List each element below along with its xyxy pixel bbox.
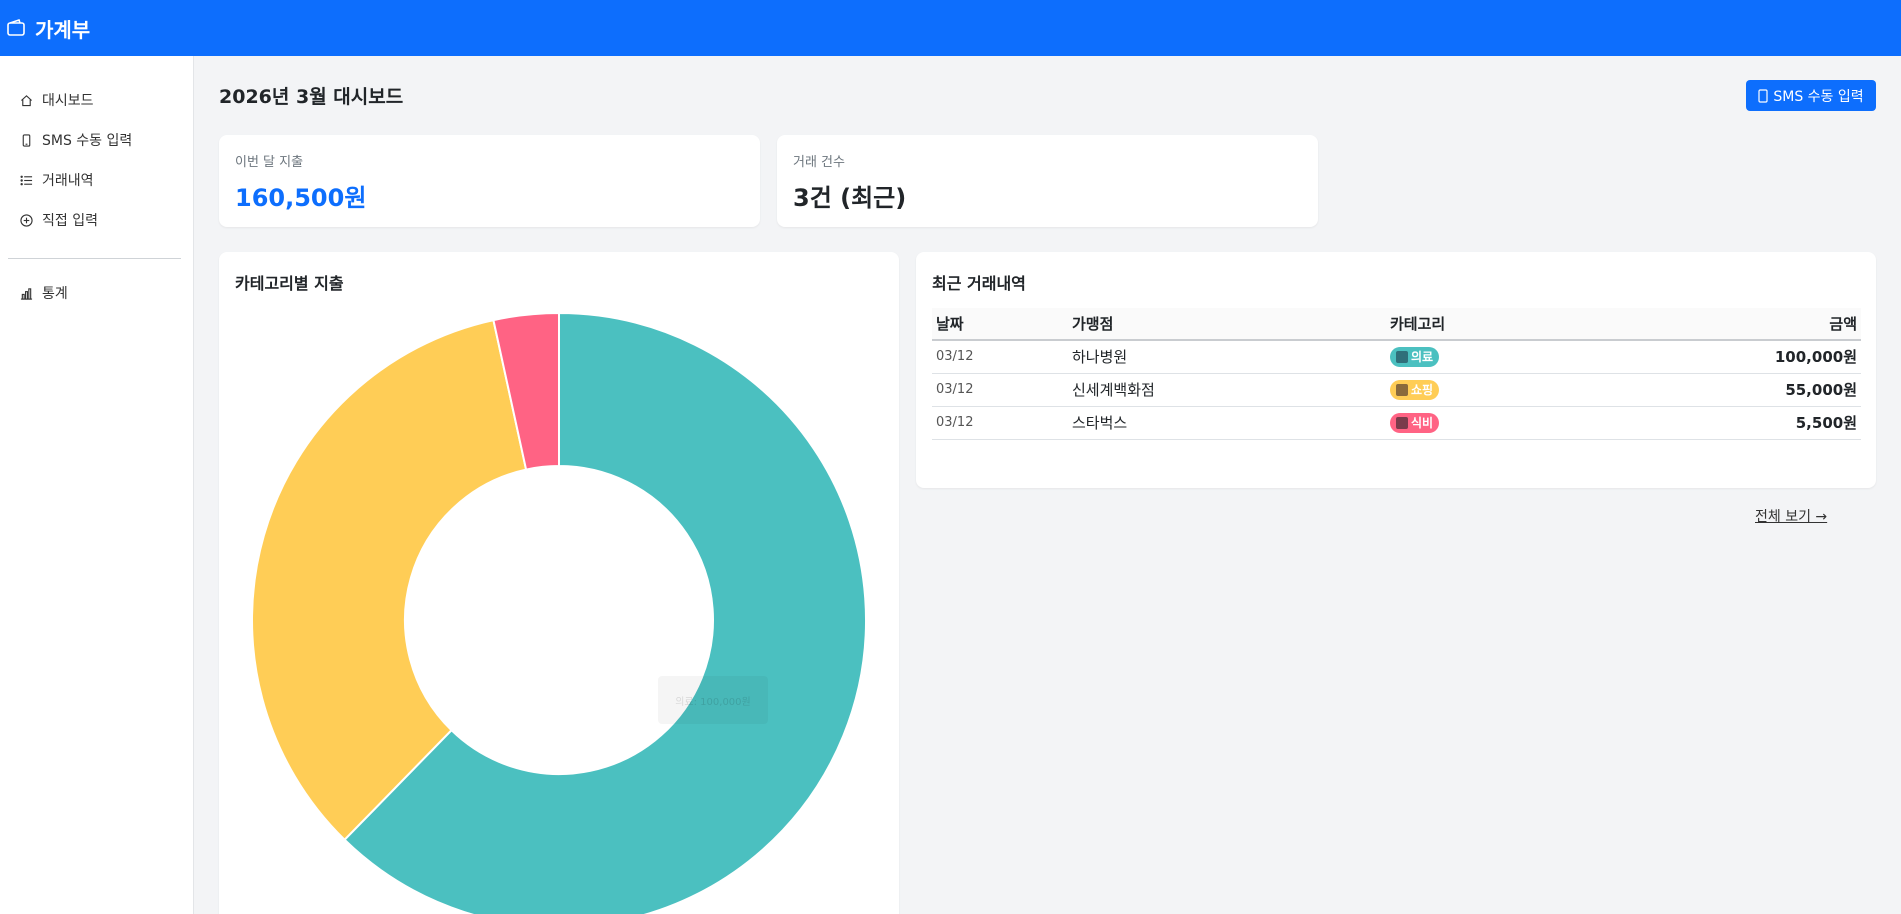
category-badge-label: 식비 [1411,416,1434,430]
page-title: 2026년 3월 대시보드 [219,86,404,108]
sidebar-item-label: 통계 [42,286,68,302]
sms-button-label: SMS 수동 입력 [1773,88,1864,105]
bar-chart-icon [20,287,33,300]
home-icon [21,94,32,106]
category-badge-label: 쇼핑 [1411,383,1434,397]
category-badge-label: 의료 [1411,350,1434,365]
tx-category-cell: 의료 [1386,340,1626,374]
month-spend-card: 이번 달 지출 160,500원 [219,135,760,227]
tx-amount: 100,000원 [1626,340,1861,374]
table-row[interactable]: 03/12 신세계백화점 쇼핑 55,000원 [932,373,1861,407]
phone-icon [1758,88,1768,103]
category-badge: 식비 [1390,412,1440,433]
sidebar-item-dashboard[interactable]: 대시보드 [0,80,193,120]
month-spend-label: 이번 달 지출 [235,155,304,170]
tx-date: 03/12 [932,406,1068,440]
sidebar: 대시보드 SMS 수동 입력 거래내역 직접 입력 통계 [0,56,194,914]
column-header-amount: 금액 [1626,308,1861,341]
shopping-bag-icon [1396,383,1408,396]
table-row[interactable]: 03/12 스타벅스 식비 5,500원 [932,406,1861,440]
tx-count-value: 3건 (최근) [793,184,907,212]
hospital-icon [1396,350,1408,363]
brand-link[interactable]: 가계부 [6,14,90,43]
main-content: 2026년 3월 대시보드 SMS 수동 입력 이번 달 지출 160,500원… [195,56,1901,914]
tx-merchant: 신세계백화점 [1068,373,1386,407]
sidebar-item-sms-input[interactable]: SMS 수동 입력 [0,120,193,160]
sidebar-divider [8,258,181,259]
sidebar-item-label: 거래내역 [42,173,94,189]
table-header-row: 날짜 가맹점 카테고리 금액 [932,308,1861,341]
category-chart-card: 카테고리별 지출 의료: 100,000원 [219,252,899,914]
column-header-date: 날짜 [932,308,1068,341]
food-icon [1396,416,1408,429]
list-icon [20,175,33,185]
recent-transactions-title: 최근 거래내역 [932,274,1026,293]
category-badge: 의료 [1390,346,1440,367]
category-donut-chart[interactable] [219,252,899,914]
recent-transactions-card: 최근 거래내역 날짜 가맹점 카테고리 금액 03/12 하나병원 의료 100… [916,252,1876,488]
sidebar-item-direct-input[interactable]: 직접 입력 [0,200,193,240]
wallet-icon [7,18,25,36]
tx-count-label: 거래 건수 [793,155,845,170]
category-chart-title: 카테고리별 지출 [235,274,344,293]
tx-date: 03/12 [932,340,1068,374]
sidebar-item-label: 대시보드 [42,93,94,109]
tx-merchant: 스타벅스 [1068,406,1386,440]
column-header-category: 카테고리 [1386,308,1626,341]
sms-manual-input-button[interactable]: SMS 수동 입력 [1746,80,1876,111]
column-header-merchant: 가맹점 [1068,308,1386,341]
sidebar-item-statistics[interactable]: 통계 [0,273,193,313]
recent-transactions-table: 날짜 가맹점 카테고리 금액 03/12 하나병원 의료 100,000원 03… [932,308,1861,440]
tx-date: 03/12 [932,373,1068,407]
table-row[interactable]: 03/12 하나병원 의료 100,000원 [932,340,1861,374]
sidebar-item-label: 직접 입력 [42,213,98,229]
sidebar-item-label: SMS 수동 입력 [42,133,133,149]
tx-amount: 5,500원 [1626,406,1861,440]
tx-amount: 55,000원 [1626,373,1861,407]
see-all-link[interactable]: 전체 보기 → [1755,506,1827,526]
month-spend-value: 160,500원 [235,184,367,212]
app-title: 가계부 [35,17,91,42]
tx-count-card: 거래 건수 3건 (최근) [777,135,1318,227]
top-navbar: 가계부 [0,0,1901,56]
category-badge: 쇼핑 [1390,379,1440,400]
phone-icon [22,133,31,147]
sidebar-item-transactions[interactable]: 거래내역 [0,160,193,200]
plus-circle-icon [20,213,33,227]
chart-tooltip: 의료: 100,000원 [658,676,768,724]
tx-merchant: 하나병원 [1068,340,1386,374]
tx-category-cell: 쇼핑 [1386,373,1626,407]
tx-category-cell: 식비 [1386,406,1626,440]
